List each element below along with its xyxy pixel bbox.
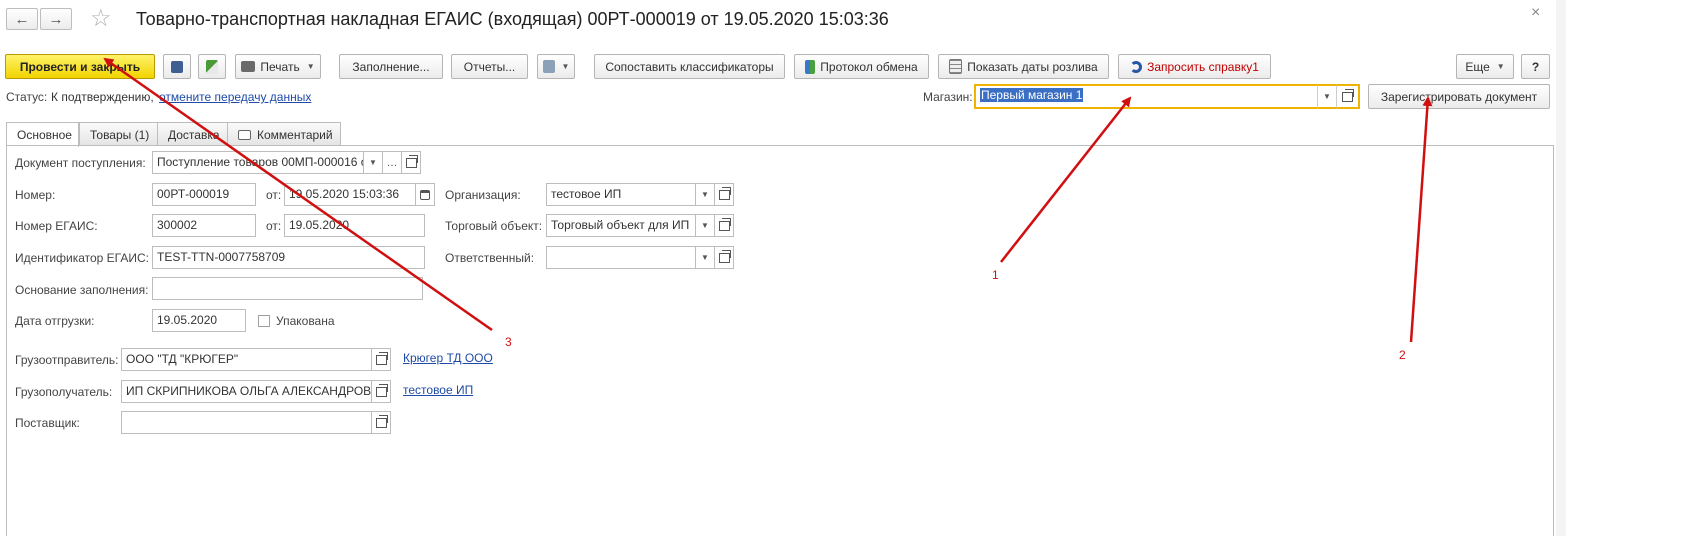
annotation-arrow-3 <box>103 57 493 332</box>
annotation-label-1: 1 <box>992 268 999 282</box>
annotation-label-2: 2 <box>1399 348 1406 362</box>
annotation-arrows <box>103 57 1433 343</box>
annotation-arrow-2 <box>1409 96 1433 343</box>
annotation-label-3: 3 <box>505 335 512 349</box>
annotation-arrow-1 <box>1000 96 1132 263</box>
